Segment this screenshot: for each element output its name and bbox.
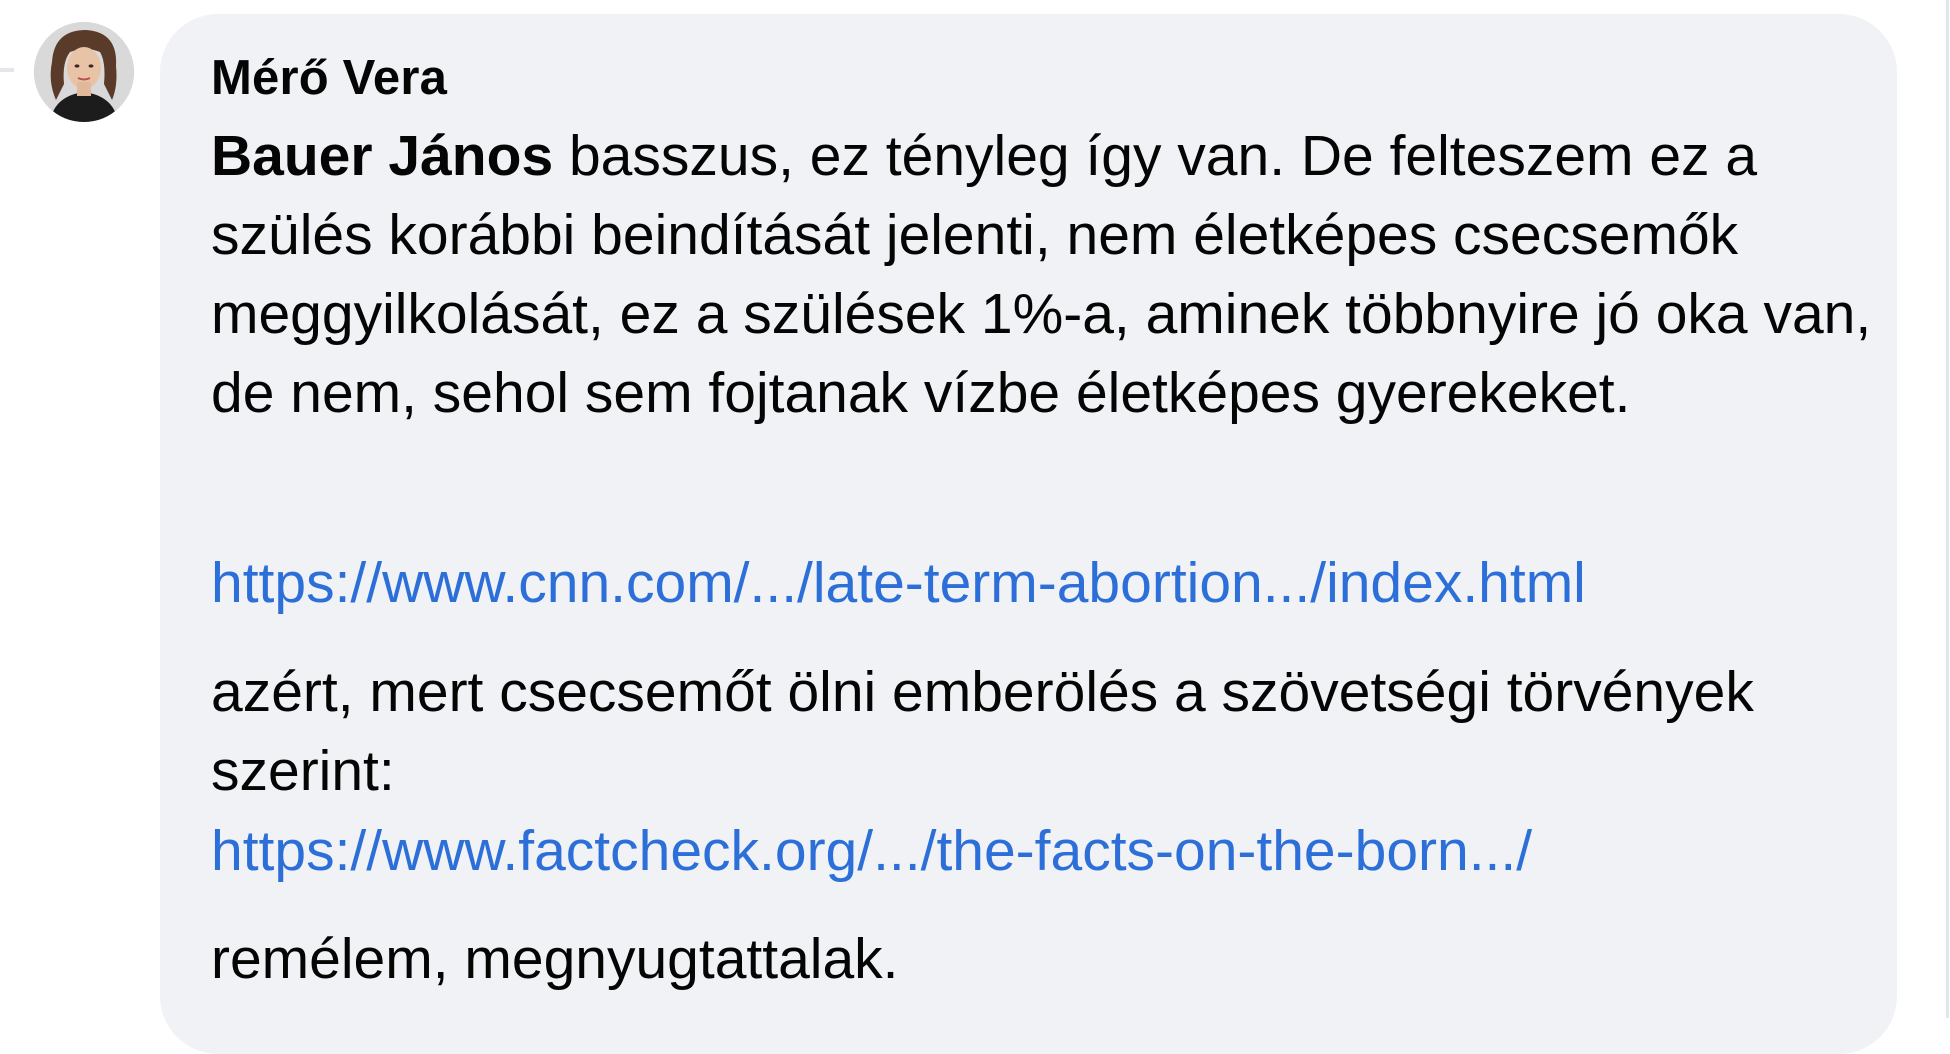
scroll-edge-divider <box>1946 0 1949 1018</box>
comment-paragraph-1: Bauer János basszus, ez tényleg így van.… <box>211 117 1891 433</box>
comment-paragraph-3: remélem, megnyugtattalak. <box>211 927 899 991</box>
factcheck-article-link[interactable]: https://www.factcheck.org/.../the-facts-… <box>211 812 1532 891</box>
avatar-photo-icon <box>34 22 134 122</box>
cnn-article-link[interactable]: https://www.cnn.com/.../late-term-aborti… <box>211 544 1586 623</box>
avatar[interactable] <box>34 22 134 122</box>
comment-paragraph-2: azért, mert csecsemőt ölni emberölés a s… <box>211 660 1754 803</box>
comment-author-name[interactable]: Mérő Vera <box>211 50 447 106</box>
mentioned-user[interactable]: Bauer János <box>211 124 553 188</box>
thread-connector-line <box>0 68 14 72</box>
